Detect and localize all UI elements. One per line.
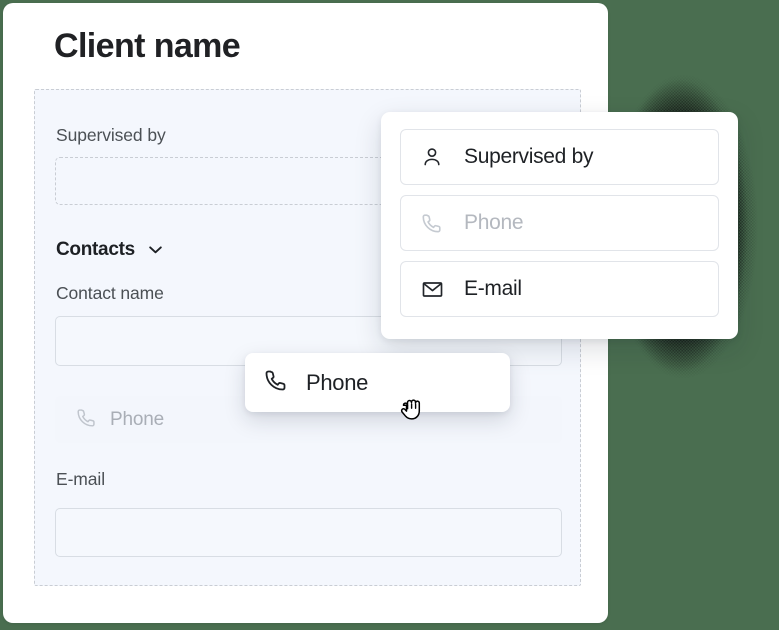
dragged-field-chip[interactable]: Phone (245, 353, 510, 412)
chevron-down-icon[interactable] (149, 246, 162, 254)
phone-icon (264, 368, 288, 397)
phone-icon (420, 212, 444, 234)
email-input[interactable] (55, 508, 562, 557)
field-type-option-label: E-mail (464, 277, 522, 300)
field-type-option-phone[interactable]: Phone (400, 195, 719, 251)
field-type-option-supervised-by[interactable]: Supervised by (400, 129, 719, 185)
envelope-icon (420, 278, 444, 301)
page-title: Client name (54, 27, 241, 65)
contacts-section-title: Contacts (56, 239, 135, 260)
field-type-dropdown-panel[interactable]: Supervised by Phone E-mail (381, 112, 738, 339)
phone-placeholder-text: Phone (110, 408, 164, 430)
field-type-option-label: Phone (464, 211, 524, 234)
field-type-option-email[interactable]: E-mail (400, 261, 719, 317)
contacts-section-header[interactable]: Contacts (56, 239, 162, 261)
field-type-option-label: Supervised by (464, 145, 594, 168)
screen: Client name Supervised by Contacts Conta… (0, 0, 779, 630)
supervised-by-label: Supervised by (56, 125, 166, 145)
dragged-field-chip-label: Phone (306, 369, 369, 395)
phone-icon (76, 407, 97, 433)
user-icon (420, 146, 444, 168)
email-label: E-mail (56, 469, 105, 489)
contact-name-label: Contact name (56, 283, 164, 303)
